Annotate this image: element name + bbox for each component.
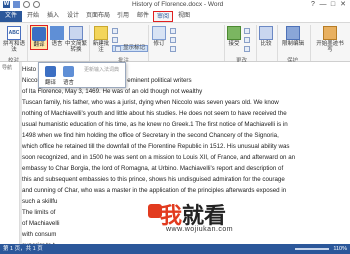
nav-pane-title: 导航 <box>2 65 13 71</box>
chinese-convert-icon <box>69 26 83 40</box>
tab-mailings[interactable]: 邮件 <box>134 11 152 22</box>
delete-comment-button[interactable] <box>112 27 118 34</box>
help-icon[interactable]: ? <box>308 0 318 10</box>
tab-design[interactable]: 设计 <box>64 11 82 22</box>
ribbon-review: ABC 拼写和语法 翻译 语言 中文简繁转换 新建批注 显示标记 修订 接受 比… <box>0 22 350 64</box>
previous-comment-button[interactable] <box>112 36 118 43</box>
title-bar: W History of Florence.docx - Word ? — □ … <box>0 0 350 11</box>
window-title: History of Florence.docx - Word <box>132 1 224 8</box>
translate-dropdown-menu: 翻译 语言 更新输入法词典 <box>38 62 126 88</box>
reject-button[interactable] <box>244 27 250 34</box>
doc-line: 1498 when we find him holding the office… <box>22 132 279 139</box>
translate-icon <box>32 27 46 41</box>
close-icon[interactable]: ✕ <box>338 0 348 10</box>
tab-review[interactable]: 审阅 <box>153 11 173 22</box>
spelling-grammar-button[interactable]: ABC 拼写和语法 <box>3 26 25 53</box>
divider <box>27 25 28 61</box>
doc-line: Tuscan family, his father, who was a jur… <box>22 99 279 106</box>
redo-icon[interactable] <box>33 1 40 8</box>
zoom-slider[interactable] <box>295 248 330 250</box>
show-markup-button[interactable]: 显示标记 <box>112 45 149 52</box>
divider <box>277 25 278 61</box>
reviewing-pane-icon <box>170 45 176 52</box>
tab-view[interactable]: 视图 <box>175 11 193 22</box>
reject-icon <box>244 27 250 34</box>
doc-line: soon recognized, and in 1500 he was sent… <box>22 154 296 161</box>
maximize-icon[interactable]: □ <box>328 0 338 10</box>
tab-file[interactable]: 文件 <box>0 11 22 22</box>
ribbon-tabs: 文件 开始 插入 设计 页面布局 引用 邮件 审阅 视图 <box>0 11 350 22</box>
restrict-editing-icon <box>286 26 300 40</box>
tab-insert[interactable]: 插入 <box>44 11 62 22</box>
spelling-icon: ABC <box>7 26 21 40</box>
start-inking-button[interactable]: 开始墨迹书写 <box>314 26 346 53</box>
doc-line: and cunning of Char, who was a master in… <box>22 187 287 194</box>
markup-dropdown-icon <box>170 36 176 43</box>
divider <box>224 25 225 61</box>
chinese-convert-button[interactable]: 中文简繁转换 <box>65 26 87 53</box>
minimize-icon[interactable]: — <box>318 0 328 10</box>
page-count: 第 1 页，共 1 页 <box>3 246 43 252</box>
previous-change-button[interactable] <box>244 36 250 43</box>
undo-icon[interactable] <box>23 1 30 8</box>
translate-button[interactable]: 翻译 <box>30 25 48 50</box>
reviewing-pane-button[interactable] <box>170 45 176 52</box>
compare-icon <box>259 26 273 40</box>
previous-icon <box>112 36 118 43</box>
doc-line: which office he retained till the downfa… <box>22 143 290 150</box>
divider <box>310 25 311 61</box>
tab-home[interactable]: 开始 <box>24 11 42 22</box>
comment-icon <box>94 26 108 40</box>
word-logo-icon: W <box>3 1 10 8</box>
track-changes-icon <box>152 26 166 40</box>
status-bar: 第 1 页，共 1 页 110% <box>0 244 350 254</box>
markup-icon <box>115 45 121 52</box>
review-display-icon <box>170 27 176 34</box>
track-changes-button[interactable]: 修订 <box>151 26 167 47</box>
language-button[interactable]: 语言 <box>50 26 64 47</box>
divider <box>89 25 90 61</box>
update-ime-dictionary-item[interactable]: 更新输入法词典 <box>84 66 119 73</box>
doc-line: nothing of Machiavelli's youth and littl… <box>22 110 287 117</box>
language-menu-item[interactable]: 语言 <box>63 66 74 86</box>
next-change-icon <box>244 45 250 52</box>
zoom-controls: 110% <box>295 244 347 254</box>
quick-access-toolbar: W <box>3 1 40 8</box>
tab-layout[interactable]: 页面布局 <box>84 11 112 22</box>
delete-comment-icon <box>112 27 118 34</box>
next-change-button[interactable] <box>244 45 250 52</box>
language-icon <box>50 26 64 40</box>
divider <box>148 25 149 61</box>
doc-line: this and subsequent embassies to this pr… <box>22 176 285 183</box>
translate-icon <box>45 66 56 77</box>
new-comment-button[interactable]: 新建批注 <box>92 26 110 53</box>
restrict-editing-button[interactable]: 限制编辑 <box>281 26 305 47</box>
navigation-pane: 导航 <box>0 62 20 244</box>
ink-icon <box>323 26 337 40</box>
display-for-review-dropdown[interactable] <box>170 27 176 34</box>
compare-button[interactable]: 比较 <box>259 26 273 47</box>
accept-icon <box>227 26 241 40</box>
accept-button[interactable]: 接受 <box>227 26 241 47</box>
doc-line: usual humanistic education of his time, … <box>22 121 288 128</box>
show-markup-dropdown[interactable] <box>170 36 176 43</box>
zoom-level[interactable]: 110% <box>333 244 347 254</box>
window-controls: ? — □ ✕ <box>308 0 348 10</box>
watermark-url: www.wojiukan.com <box>166 226 234 233</box>
divider <box>256 25 257 61</box>
tab-references[interactable]: 引用 <box>114 11 132 22</box>
language-icon <box>63 66 74 77</box>
translate-menu-item[interactable]: 翻译 <box>45 66 56 86</box>
watermark: 我就看 www.wojiukan.com <box>148 196 298 246</box>
previous-change-icon <box>244 36 250 43</box>
doc-line: embassy to Char Borgia, the lord of Roma… <box>22 165 284 172</box>
save-icon[interactable] <box>13 1 20 8</box>
